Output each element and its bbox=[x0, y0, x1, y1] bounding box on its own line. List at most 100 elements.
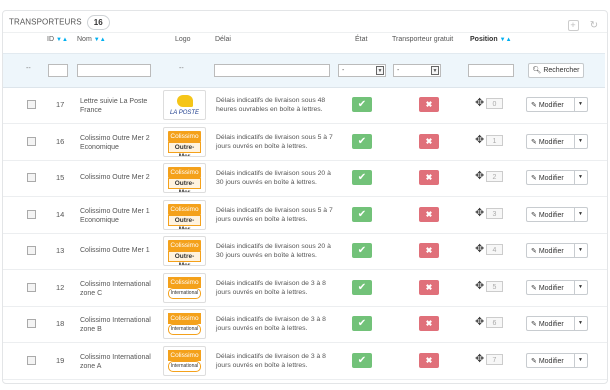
edit-button[interactable]: ✎ Modifier bbox=[531, 247, 564, 255]
chevron-down-icon[interactable]: ▼ bbox=[578, 247, 583, 253]
drag-handle-icon[interactable]: ✥ bbox=[475, 169, 484, 182]
drag-handle-icon[interactable]: ✥ bbox=[475, 96, 484, 109]
carrier-id: 15 bbox=[56, 173, 65, 182]
status-enabled-toggle[interactable]: ✔ bbox=[352, 243, 372, 258]
logo-top: Colissimo bbox=[168, 203, 201, 215]
logo-top: Colissimo bbox=[168, 167, 201, 178]
chevron-down-icon[interactable]: ▼ bbox=[578, 211, 583, 217]
close-icon: ✖ bbox=[425, 319, 433, 328]
drag-handle-icon[interactable]: ✥ bbox=[475, 242, 484, 255]
col-header-name[interactable]: Nom ▼▲ bbox=[77, 36, 106, 43]
status-enabled-toggle[interactable]: ✔ bbox=[352, 316, 372, 331]
pencil-icon: ✎ bbox=[531, 175, 537, 182]
search-button[interactable]: 🔍︎ Rechercher bbox=[528, 63, 584, 78]
filter-row: -- -- - ▼ - ▼ 🔍︎ Rechercher bbox=[3, 53, 605, 88]
table-row: 16 Colissimo Outre Mer 2 Economique Coliss… bbox=[3, 124, 607, 161]
edit-button[interactable]: ✎ Modifier bbox=[531, 101, 564, 109]
free-carrier-toggle[interactable]: ✖ bbox=[419, 97, 439, 112]
table-header: ID ▼▲ Nom ▼▲ Logo Délai État Transporteur … bbox=[2, 27, 606, 53]
edit-button-group[interactable]: ✎ Modifier ▼ bbox=[526, 97, 588, 112]
edit-button-label: Modifier bbox=[538, 284, 564, 292]
edit-button-label: Modifier bbox=[538, 102, 564, 109]
position-filter-input[interactable] bbox=[468, 64, 514, 77]
chevron-down-icon[interactable]: ▼ bbox=[578, 284, 583, 290]
col-header-position[interactable]: Position ▼▲ bbox=[470, 36, 512, 43]
logo-top: Colissimo bbox=[168, 276, 201, 288]
position-value: 0 bbox=[486, 98, 503, 109]
row-checkbox[interactable] bbox=[27, 136, 36, 146]
sort-icon[interactable]: ▼▲ bbox=[500, 37, 512, 43]
close-icon: ✖ bbox=[425, 136, 433, 146]
row-checkbox[interactable] bbox=[27, 173, 36, 182]
table-row: 17 Lettre suivie La Poste France LA POSTE D… bbox=[3, 87, 607, 124]
table-row: 18 Colissimo International zone B Colissim… bbox=[3, 306, 607, 343]
sort-icon[interactable]: ▼▲ bbox=[56, 37, 68, 43]
chevron-down-icon[interactable]: ▼ bbox=[578, 101, 583, 107]
status-enabled-toggle[interactable]: ✔ bbox=[352, 170, 372, 185]
status-enabled-toggle[interactable]: ✔ bbox=[352, 352, 372, 368]
edit-button-group[interactable]: ✎ Modifier ▼ bbox=[526, 133, 588, 149]
close-icon: ✖ bbox=[425, 246, 433, 255]
drag-handle-icon[interactable]: ✥ bbox=[475, 352, 484, 365]
id-filter-input[interactable] bbox=[48, 64, 68, 77]
chevron-down-icon[interactable]: ▼ bbox=[578, 320, 583, 326]
sort-icon[interactable]: ▼▲ bbox=[94, 37, 106, 43]
edit-button-group[interactable]: ✎ Modifier ▼ bbox=[526, 352, 588, 368]
drag-handle-icon[interactable]: ✥ bbox=[475, 206, 484, 219]
row-checkbox[interactable] bbox=[27, 100, 36, 109]
edit-button-group[interactable]: ✎ Modifier ▼ bbox=[526, 243, 588, 258]
drag-handle-icon[interactable]: ✥ bbox=[475, 315, 484, 328]
edit-button-group[interactable]: ✎ Modifier ▼ bbox=[526, 170, 588, 185]
free-carrier-toggle[interactable]: ✖ bbox=[419, 206, 439, 222]
status-enabled-toggle[interactable]: ✔ bbox=[352, 206, 372, 222]
logo-bottom: International bbox=[168, 324, 201, 335]
name-filter-input[interactable] bbox=[77, 64, 151, 77]
pencil-icon: ✎ bbox=[531, 102, 537, 109]
free-filter-select[interactable]: - ▼ bbox=[393, 64, 441, 77]
drag-handle-icon[interactable]: ✥ bbox=[475, 279, 484, 292]
row-checkbox[interactable] bbox=[27, 246, 36, 255]
edit-button[interactable]: ✎ Modifier bbox=[531, 138, 564, 146]
free-carrier-toggle[interactable]: ✖ bbox=[419, 133, 439, 149]
edit-button-group[interactable]: ✎ Modifier ▼ bbox=[526, 279, 588, 295]
free-carrier-toggle[interactable]: ✖ bbox=[419, 316, 439, 331]
check-icon: ✔ bbox=[357, 99, 367, 110]
status-enabled-toggle[interactable]: ✔ bbox=[352, 279, 372, 295]
free-carrier-toggle[interactable]: ✖ bbox=[419, 243, 439, 258]
close-icon: ✖ bbox=[425, 355, 433, 365]
delay-filter-input[interactable] bbox=[214, 64, 330, 77]
drag-handle-icon[interactable]: ✥ bbox=[475, 133, 484, 146]
free-carrier-toggle[interactable]: ✖ bbox=[419, 352, 439, 368]
row-checkbox[interactable] bbox=[27, 319, 36, 328]
chevron-down-icon[interactable]: ▼ bbox=[578, 138, 583, 144]
row-checkbox[interactable] bbox=[27, 282, 36, 292]
status-enabled-toggle[interactable]: ✔ bbox=[352, 133, 372, 149]
edit-button[interactable]: ✎ Modifier bbox=[531, 357, 564, 365]
edit-button[interactable]: ✎ Modifier bbox=[531, 174, 564, 182]
chevron-down-icon[interactable]: ▼ bbox=[578, 174, 583, 180]
edit-button-group[interactable]: ✎ Modifier ▼ bbox=[526, 206, 588, 222]
col-header-id[interactable]: ID ▼▲ bbox=[47, 36, 68, 43]
edit-button[interactable]: ✎ Modifier bbox=[531, 211, 564, 219]
carrier-name: Colissimo International zone C bbox=[80, 280, 151, 297]
edit-button[interactable]: ✎ Modifier bbox=[531, 320, 564, 328]
table-row: 14 Colissimo Outre Mer 1 Economique Coliss… bbox=[3, 197, 607, 234]
state-filter-select[interactable]: - ▼ bbox=[338, 64, 386, 77]
panel-title-text: TRANSPORTEURS bbox=[9, 17, 82, 27]
logo-top: Colissimo bbox=[168, 240, 201, 251]
row-checkbox[interactable] bbox=[27, 355, 36, 365]
row-checkbox[interactable] bbox=[27, 209, 36, 219]
edit-button[interactable]: ✎ Modifier bbox=[531, 284, 564, 292]
carrier-delay: Délais indicatifs de livraison sous 20 à… bbox=[216, 243, 331, 259]
carrier-logo: Colissimo Outre-Mer bbox=[163, 236, 206, 266]
free-carrier-toggle[interactable]: ✖ bbox=[419, 170, 439, 185]
edit-button-group[interactable]: ✎ Modifier ▼ bbox=[526, 316, 588, 331]
carrier-id: 13 bbox=[56, 246, 65, 255]
logo-bottom: International bbox=[168, 360, 201, 372]
check-icon: ✔ bbox=[357, 245, 367, 256]
carrier-name: Colissimo Outre Mer 2 Economique bbox=[80, 134, 150, 151]
status-enabled-toggle[interactable]: ✔ bbox=[352, 97, 372, 112]
free-carrier-toggle[interactable]: ✖ bbox=[419, 279, 439, 295]
chevron-down-icon[interactable]: ▼ bbox=[578, 357, 583, 363]
pencil-icon: ✎ bbox=[531, 138, 537, 146]
